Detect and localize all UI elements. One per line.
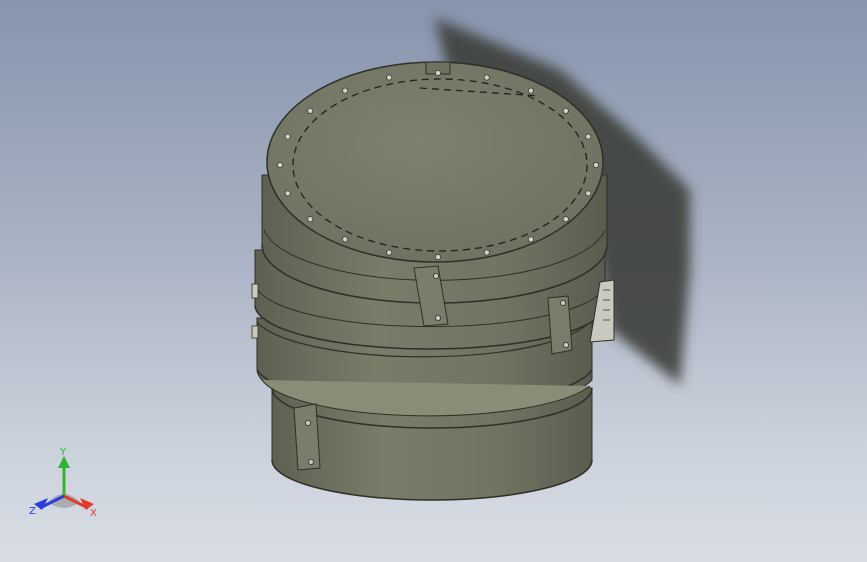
x-axis-label: X <box>90 508 97 519</box>
bolt-icon <box>307 107 314 114</box>
model-canvas[interactable] <box>0 0 867 562</box>
bolt-icon <box>342 87 349 94</box>
drum-lid[interactable] <box>266 61 604 263</box>
bolt-icon <box>585 133 592 140</box>
bolt-icon <box>284 133 291 140</box>
bolt-icon <box>284 190 291 197</box>
axis-triad[interactable]: Y X Z <box>24 446 104 526</box>
bolt-icon <box>562 107 569 114</box>
bolt-icon <box>435 254 441 260</box>
bolt-icon <box>483 249 490 256</box>
bolt-icon <box>342 236 349 243</box>
bolt-icon <box>277 162 283 168</box>
bolt-icon <box>593 162 599 168</box>
y-axis-label: Y <box>59 447 67 458</box>
z-axis-label: Z <box>29 506 36 517</box>
bolt-icon <box>483 74 490 81</box>
clamp-plate-lower[interactable] <box>293 403 321 471</box>
bolt-icon <box>386 249 393 256</box>
cad-viewport[interactable]: Y X Z <box>0 0 867 562</box>
bolt-icon <box>585 190 592 197</box>
bolt-icon <box>386 74 393 81</box>
bolt-icon <box>527 236 534 243</box>
bolt-icon <box>527 87 534 94</box>
bolt-icon <box>435 70 441 76</box>
clamp-plate-right[interactable] <box>547 295 573 355</box>
bolt-icon <box>307 216 314 223</box>
bolt-icon <box>562 216 569 223</box>
